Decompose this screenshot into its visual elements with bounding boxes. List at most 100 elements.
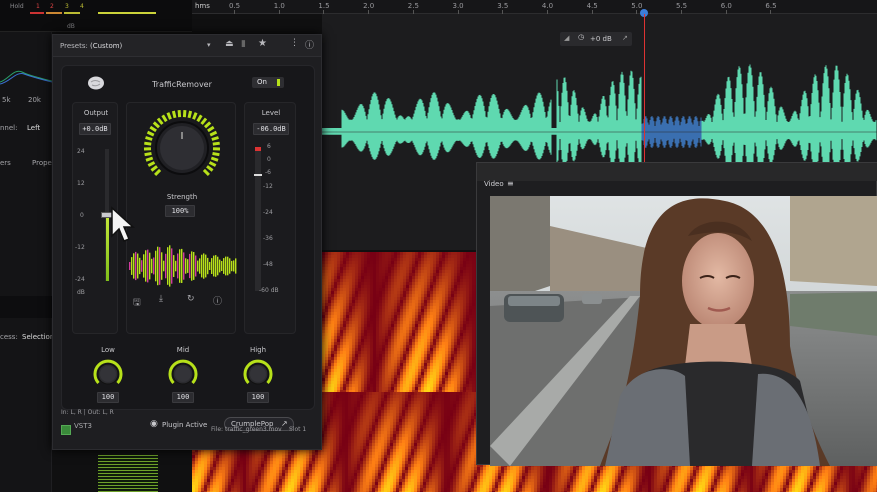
meter-number: 3 <box>65 3 69 10</box>
power-toggle[interactable]: On <box>252 77 284 88</box>
channel-value[interactable]: Left <box>27 124 40 132</box>
strength-knob[interactable] <box>141 107 223 189</box>
scale-label: -24 <box>263 209 273 216</box>
info-icon[interactable]: ⓘ <box>213 294 222 307</box>
effects-label: ers <box>0 159 11 167</box>
preset-value: (Custom) <box>90 42 123 50</box>
output-value-field[interactable]: +0.0dB <box>79 123 111 135</box>
bars-icon: ◢ <box>564 34 570 42</box>
level-clip-indicator <box>255 147 261 151</box>
ruler-tick-label: 2.0 <box>363 2 375 10</box>
eq-low-label: Low <box>101 346 115 354</box>
plugin-title: TrafficRemover <box>152 80 212 89</box>
level-title: Level <box>261 109 281 117</box>
ruler-tick-label: 4.5 <box>586 2 598 10</box>
scale-label: 0 <box>80 212 84 219</box>
eq-section: Low 100 Mid 100 High 100 <box>62 342 316 406</box>
ruler-tick-label: 3.0 <box>452 2 464 10</box>
level-value-field[interactable]: -06.0dB <box>253 123 289 135</box>
db-unit-label: dB <box>67 23 75 30</box>
info-icon[interactable]: ⓘ <box>305 38 314 51</box>
hold-label[interactable]: Hold <box>10 3 24 10</box>
video-panel-title: Video <box>484 180 504 188</box>
level-meter-strip: Hold 1 2 3 4 dB <box>0 0 192 32</box>
mouse-cursor-icon <box>111 206 135 242</box>
hud-gain-value: +0 dB <box>590 35 612 43</box>
meter-bar <box>46 12 62 14</box>
mini-meter <box>0 296 52 318</box>
scale-label: -12 <box>75 244 85 251</box>
routing-icon[interactable]: ⋮ <box>290 38 299 48</box>
power-indicator <box>277 79 280 86</box>
eq-mid-knob[interactable] <box>165 356 201 392</box>
freq-label: 5k <box>2 96 11 104</box>
ruler-tick <box>278 10 280 14</box>
meter-bar <box>98 12 156 14</box>
video-frame[interactable] <box>490 196 877 466</box>
chevron-down-icon: ▾ <box>207 41 211 49</box>
delete-preset-icon[interactable]: ▮ <box>241 39 246 49</box>
scale-label: -36 <box>263 235 273 242</box>
spectral-display[interactable] <box>322 252 477 392</box>
scale-label: 12 <box>77 180 85 187</box>
eq-low-value[interactable]: 100 <box>97 392 119 403</box>
preset-dropdown[interactable]: (Custom) ▾ <box>88 40 216 52</box>
ruler-tick <box>234 10 235 14</box>
spectrogram <box>322 252 477 392</box>
eq-high-knob[interactable] <box>240 356 276 392</box>
favorite-star-icon[interactable]: ★ <box>258 38 267 49</box>
save-preset-icon[interactable]: ⏏ <box>225 39 234 49</box>
noise-activity-display <box>129 245 237 287</box>
eq-low-knob[interactable] <box>90 356 126 392</box>
left-panel: 5k 20k nnel: Left ers Prope cess: Select… <box>0 32 54 492</box>
save-icon[interactable]: 🖫 <box>133 295 141 311</box>
ruler-tick-label: 0.5 <box>229 2 241 10</box>
hud-gain-control[interactable]: ◢ ◷ +0 dB ↗ <box>560 32 632 46</box>
video-panel: Video ≡ <box>476 162 877 466</box>
power-button[interactable] <box>61 425 71 435</box>
eq-high-label: High <box>249 346 267 354</box>
pin-icon[interactable]: ↗ <box>622 34 628 42</box>
output-meter-fill <box>106 215 109 281</box>
spectrum-mini-graph <box>0 70 52 85</box>
clock-icon: ◷ <box>578 33 585 41</box>
scale-label: -12 <box>263 183 273 190</box>
scale-label: 6 <box>267 143 271 150</box>
scale-label: -6 <box>265 169 271 176</box>
plugin-footer: In: L, R | Out: L, R File: traffic_green… <box>53 409 321 449</box>
level-marker[interactable] <box>254 174 262 176</box>
meter-number: 4 <box>80 3 84 10</box>
properties-label: Prope <box>32 159 52 167</box>
ruler-tick-label: 1.0 <box>273 2 285 10</box>
panel-menu-icon[interactable]: ≡ <box>507 179 514 188</box>
level-section: Level -06.0dB 6 0 -6 -12 -24 -36 -48 -60… <box>244 102 296 334</box>
channel-label: nnel: <box>0 124 18 132</box>
trafficremover-plugin-window: Presets: (Custom) ▾ ⏏ ▮ ★ ⋮ ⓘ TrafficRem… <box>52 34 322 450</box>
io-label: In: L, R | Out: L, R <box>61 409 114 416</box>
power-label: On <box>257 78 267 86</box>
selection-option[interactable]: Selection <box>22 333 54 341</box>
meter-number: 2 <box>50 3 54 10</box>
meter-bar <box>64 12 80 14</box>
time-ruler[interactable]: hms 0.5 1.0 1.5 2.0 2.5 3.0 3.5 4.0 4.5 5.0 5.5 6.0… <box>192 0 877 14</box>
playhead-line[interactable] <box>644 14 645 162</box>
level-meter-track <box>255 147 261 291</box>
reset-icon[interactable]: ↻ <box>187 294 195 304</box>
ruler-tick-label: 2.5 <box>407 2 419 10</box>
download-icon[interactable]: ⤓ <box>159 294 163 304</box>
ruler-tick-label: 6.5 <box>765 2 777 10</box>
db-unit-label: dB <box>77 289 85 296</box>
plugin-header: Presets: (Custom) ▾ ⏏ ▮ ★ ⋮ ⓘ <box>53 35 321 57</box>
ruler-unit: hms <box>195 2 210 10</box>
meter-bar <box>98 455 158 492</box>
eq-mid-label: Mid <box>176 346 190 354</box>
file-label: File: traffic_green3.mov <box>211 426 282 433</box>
eq-mid-value[interactable]: 100 <box>172 392 194 403</box>
eq-high-value[interactable]: 100 <box>247 392 269 403</box>
meter-number: 1 <box>36 3 40 10</box>
ruler-tick-label: 1.5 <box>318 2 330 10</box>
strength-section: Strength 100% 🖫 ⤓ ↻ ⓘ <box>126 102 237 334</box>
slot-label: Slot 1 <box>289 426 307 433</box>
video-image <box>490 196 877 466</box>
strength-value-field[interactable]: 100% <box>165 205 195 217</box>
